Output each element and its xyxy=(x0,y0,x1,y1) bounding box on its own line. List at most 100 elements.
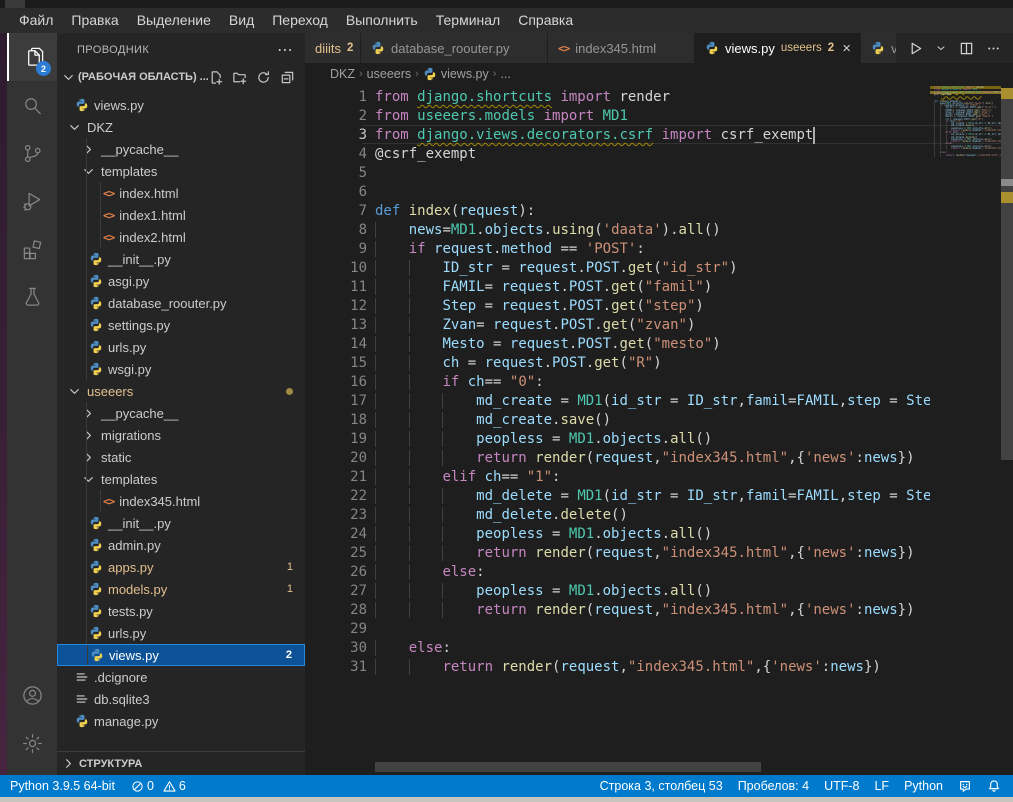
activity-item-run-debug[interactable] xyxy=(7,177,57,225)
status-eol[interactable]: LF xyxy=(874,779,889,793)
tree-item-urls-py[interactable]: urls.py xyxy=(57,622,305,644)
more-actions-icon[interactable] xyxy=(986,41,1001,56)
tree-item-static[interactable]: static xyxy=(57,446,305,468)
activity-item-accounts[interactable] xyxy=(7,671,57,719)
status-language[interactable]: Python xyxy=(904,779,943,793)
menu-item-go[interactable]: Переход xyxy=(263,8,337,33)
code-line xyxy=(375,620,930,639)
tree-item-settings-py[interactable]: settings.py xyxy=(57,314,305,336)
breadcrumb-item-2[interactable]: views.py xyxy=(423,67,489,81)
split-editor-icon[interactable] xyxy=(959,41,974,56)
horizontal-scrollbar[interactable] xyxy=(375,762,761,772)
status-cursor-position[interactable]: Строка 3, столбец 53 xyxy=(600,779,723,793)
tree-item-admin-py[interactable]: admin.py xyxy=(57,534,305,556)
indent-guide xyxy=(86,490,87,512)
line-number: 29 xyxy=(305,620,367,639)
minimap[interactable]: from django.shortcuts import renderfrom … xyxy=(930,85,1001,775)
tab-diiits[interactable]: diiits2 xyxy=(305,33,361,63)
new-folder-icon[interactable] xyxy=(232,70,247,85)
status-label: Пробелов: 4 xyxy=(738,779,809,793)
tree-item-views-py[interactable]: views.py xyxy=(57,94,305,116)
run-dropdown-icon[interactable] xyxy=(935,42,947,54)
new-file-icon[interactable] xyxy=(208,70,223,85)
code-line: md_create = MD1(id_str = ID_str,famil=FA… xyxy=(375,392,930,411)
status-indentation[interactable]: Пробелов: 4 xyxy=(738,779,809,793)
tree-item-manage-py[interactable]: manage.py xyxy=(57,710,305,732)
tree-item-index-html[interactable]: <>index.html xyxy=(57,182,305,204)
tree-item-asgi-py[interactable]: asgi.py xyxy=(57,270,305,292)
activity-item-extensions[interactable] xyxy=(7,225,57,273)
tree-item--pycache-[interactable]: __pycache__ xyxy=(57,138,305,160)
tree-item-tests-py[interactable]: tests.py xyxy=(57,600,305,622)
desktop-edge xyxy=(0,33,7,775)
tree-item--init-py[interactable]: __init__.py xyxy=(57,512,305,534)
tree-item-label: templates xyxy=(101,164,157,179)
menu-item-run[interactable]: Выполнить xyxy=(337,8,427,33)
status-feedback[interactable] xyxy=(958,779,972,793)
tree-item-wsgi-py[interactable]: wsgi.py xyxy=(57,358,305,380)
code-line: Zvan= request.POST.get("zvan") xyxy=(375,316,930,335)
menu-item-selection[interactable]: Выделение xyxy=(128,8,220,33)
tab-database-roouter[interactable]: database_roouter.py xyxy=(361,33,548,63)
activity-item-testing[interactable] xyxy=(7,273,57,321)
tree-item-database-roouter-py[interactable]: database_roouter.py xyxy=(57,292,305,314)
vertical-scrollbar[interactable] xyxy=(1001,85,1013,775)
workspace-section-header[interactable]: (РАБОЧАЯ ОБЛАСТЬ) ... xyxy=(57,66,305,88)
code-editor[interactable]: 1234567891011121314151617181920212223242… xyxy=(305,85,1013,775)
indent-guide xyxy=(86,270,87,292)
chevron-right-icon xyxy=(81,142,96,157)
menu-item-file[interactable]: Файл xyxy=(10,8,62,33)
tree-item--init-py[interactable]: __init__.py xyxy=(57,248,305,270)
tree-item--pycache-[interactable]: __pycache__ xyxy=(57,402,305,424)
activity-item-source-control[interactable] xyxy=(7,129,57,177)
tree-item-index2-html[interactable]: <>index2.html xyxy=(57,226,305,248)
menu-item-edit[interactable]: Правка xyxy=(62,8,127,33)
code-line: return render(request,"index345.html",{'… xyxy=(375,544,930,563)
collapse-all-icon[interactable] xyxy=(280,70,295,85)
tree-item-views-py[interactable]: views.py2 xyxy=(57,644,305,666)
workspace-title: (РАБОЧАЯ ОБЛАСТЬ) ... xyxy=(78,71,208,83)
tab-index345[interactable]: <>index345.html xyxy=(548,33,695,63)
status-notifications[interactable] xyxy=(987,779,1001,793)
explorer-more-button[interactable]: ⋯ xyxy=(277,40,293,60)
tree-item-label: __pycache__ xyxy=(101,406,178,421)
line-number: 2 xyxy=(305,107,367,126)
menu-item-help[interactable]: Справка xyxy=(509,8,582,33)
breadcrumb-item-0[interactable]: DKZ xyxy=(330,67,355,81)
chevron-right-icon xyxy=(61,756,76,771)
refresh-icon[interactable] xyxy=(256,70,271,85)
tree-item-urls-py[interactable]: urls.py xyxy=(57,336,305,358)
activity-item-settings[interactable] xyxy=(7,719,57,767)
menu-item-terminal[interactable]: Терминал xyxy=(427,8,509,33)
tree-item-templates[interactable]: templates xyxy=(57,160,305,182)
tree-item-useeers[interactable]: useeers xyxy=(57,380,305,402)
tree-item-migrations[interactable]: migrations xyxy=(57,424,305,446)
run-file-icon[interactable] xyxy=(908,41,923,56)
tree-item-index345-html[interactable]: <>index345.html xyxy=(57,490,305,512)
indent-guide xyxy=(86,336,87,358)
line-number: 8 xyxy=(305,221,367,240)
tree-item-models-py[interactable]: models.py1 xyxy=(57,578,305,600)
breadcrumb-item-3[interactable]: ... xyxy=(500,67,510,81)
breadcrumb-item-1[interactable]: useeers xyxy=(367,67,411,81)
tree-item-index1-html[interactable]: <>index1.html xyxy=(57,204,305,226)
status-problems[interactable]: 06 xyxy=(131,779,186,793)
tree-item--dcignore[interactable]: .dcignore xyxy=(57,666,305,688)
activity-item-explorer[interactable]: 2 xyxy=(7,33,57,81)
tree-item-label: index345.html xyxy=(119,494,200,509)
chevron-right-icon xyxy=(81,428,96,443)
tree-item-templates[interactable]: templates xyxy=(57,468,305,490)
status-encoding[interactable]: UTF-8 xyxy=(824,779,859,793)
tree-item-DKZ[interactable]: DKZ xyxy=(57,116,305,138)
indent-guide xyxy=(86,578,87,600)
vertical-scrollbar-thumb[interactable] xyxy=(1001,88,1013,460)
close-icon[interactable]: × xyxy=(842,40,851,57)
tab-description-badge: 2 xyxy=(828,42,834,54)
menu-item-view[interactable]: Вид xyxy=(220,8,263,33)
activity-item-search[interactable] xyxy=(7,81,57,129)
outline-section-header[interactable]: СТРУКТУРА xyxy=(57,751,305,775)
tree-item-db-sqlite3[interactable]: db.sqlite3 xyxy=(57,688,305,710)
status-python-version[interactable]: Python 3.9.5 64-bit xyxy=(10,779,115,793)
tree-item-apps-py[interactable]: apps.py1 xyxy=(57,556,305,578)
tab-views[interactable]: views.pyuseeers2× xyxy=(695,33,861,63)
